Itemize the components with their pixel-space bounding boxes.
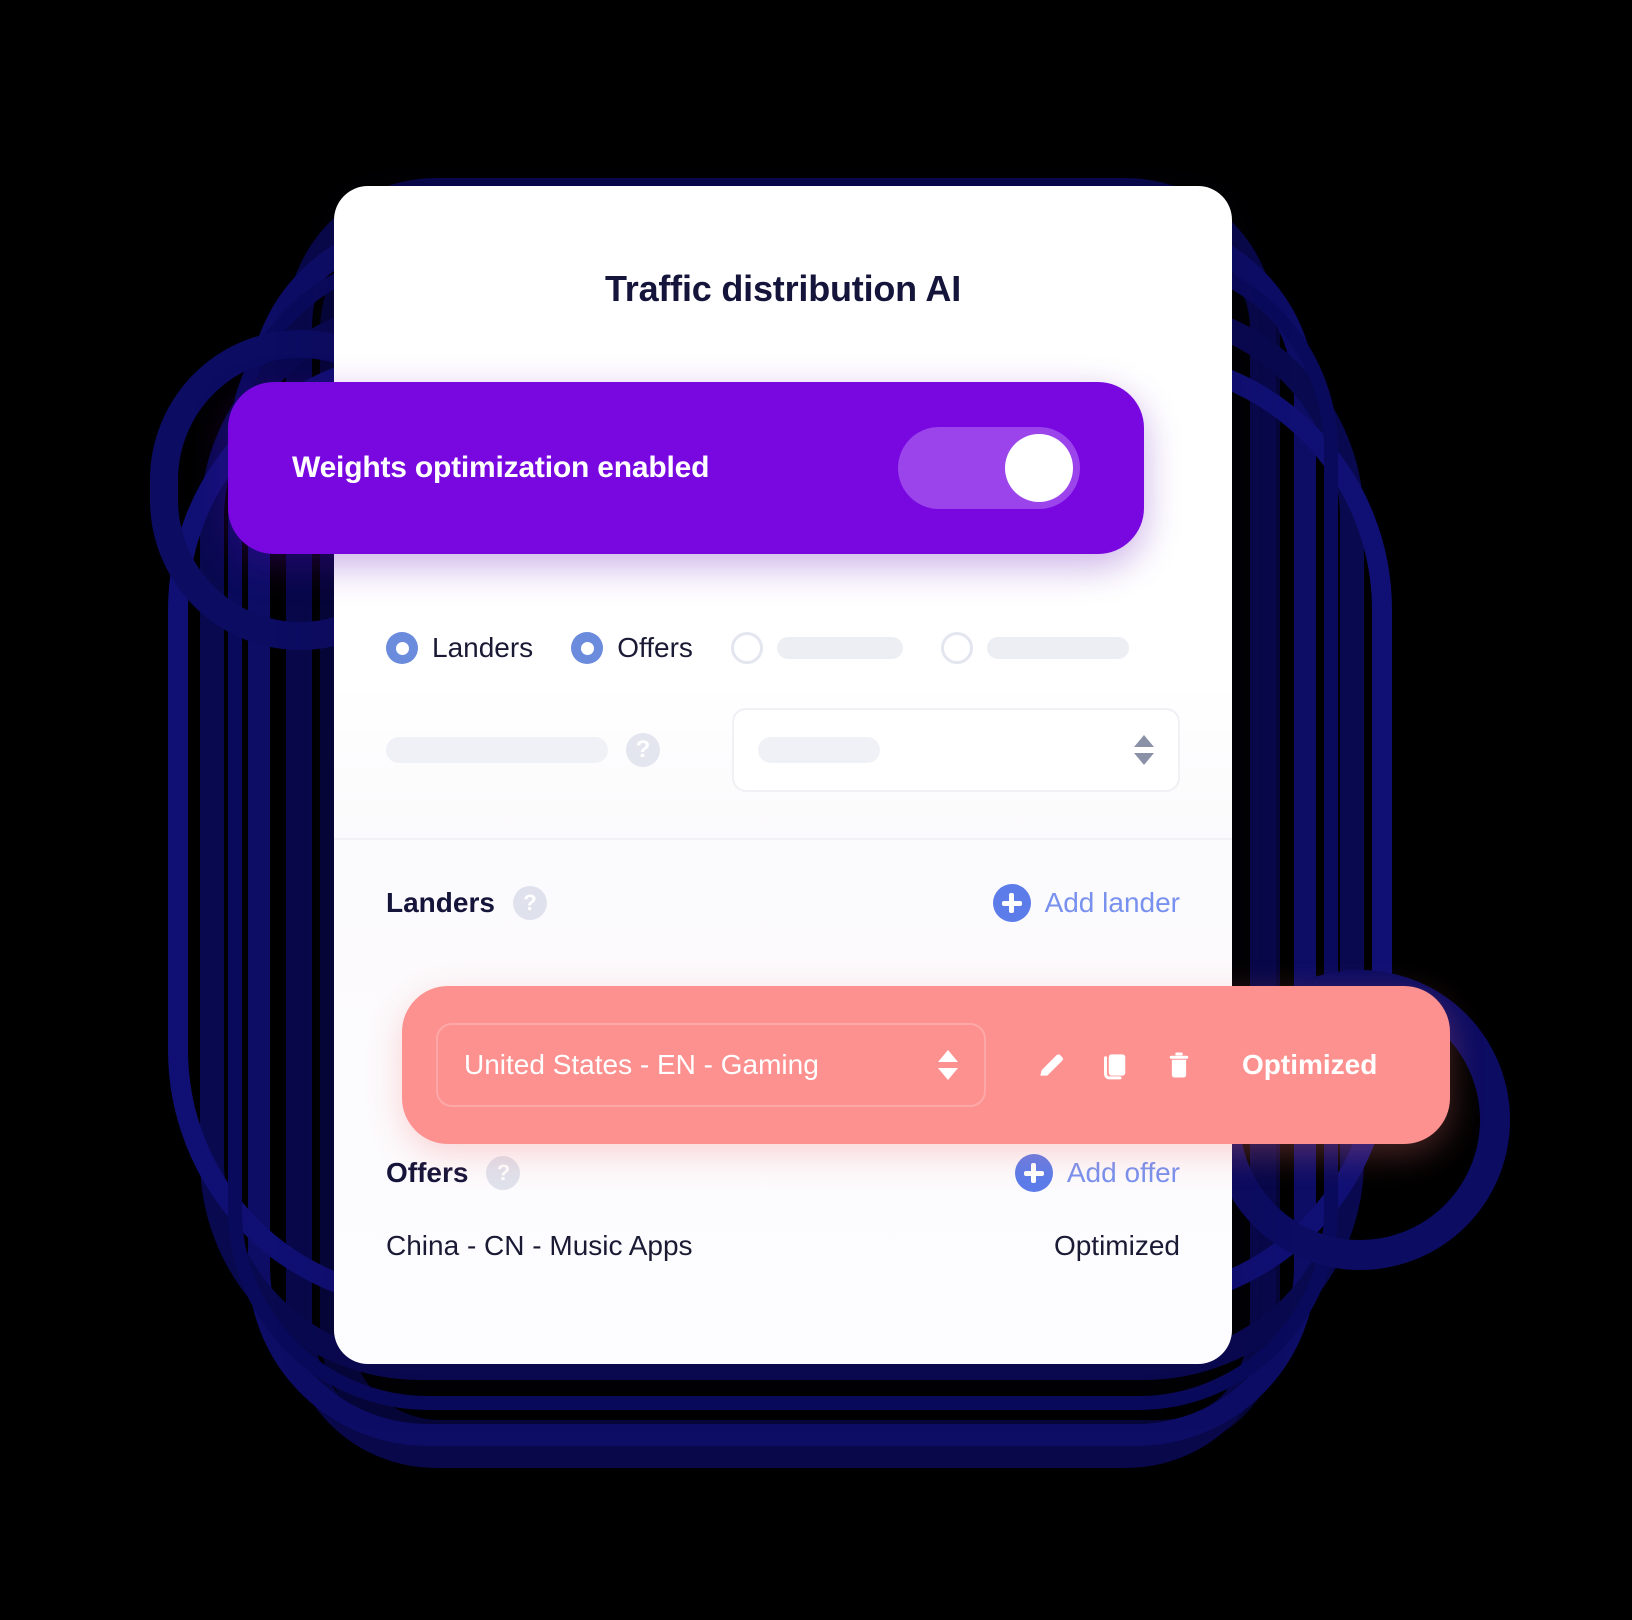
help-icon[interactable]: ? (486, 1156, 521, 1190)
offers-title: Offers (386, 1157, 469, 1188)
radio-selected-icon (386, 632, 418, 664)
radio-label-skeleton (776, 637, 903, 659)
radio-label-offers: Offers (617, 632, 693, 663)
add-lander-button[interactable]: Add lander (992, 884, 1180, 922)
value-select[interactable] (731, 708, 1180, 792)
stepper-icon[interactable] (938, 1050, 958, 1080)
offers-title-group: Offers ? (386, 1156, 521, 1190)
select-value-skeleton (757, 737, 880, 763)
radio-label-skeleton (986, 637, 1129, 659)
plus-icon (1014, 1154, 1053, 1192)
lander-status: Optimized (1242, 1049, 1378, 1080)
radio-label-landers: Landers (432, 632, 534, 663)
stepper-up-icon[interactable] (938, 1050, 958, 1062)
lander-select[interactable]: United States - EN - Gaming (436, 1023, 986, 1107)
radio-unselected-icon (940, 632, 973, 664)
lander-select-value: United States - EN - Gaming (464, 1049, 819, 1080)
add-offer-label: Add offer (1066, 1157, 1180, 1188)
duplicate-copy-icon[interactable] (1098, 1048, 1132, 1082)
radio-option-offers[interactable]: Offers (571, 632, 693, 664)
weights-optimization-toggle[interactable] (898, 427, 1080, 509)
stepper-icon[interactable] (1134, 735, 1154, 765)
add-offer-button[interactable]: Add offer (1014, 1154, 1180, 1192)
field-label-skeleton (386, 737, 608, 763)
add-lander-label: Add lander (1044, 887, 1180, 918)
radio-option-landers[interactable]: Landers (386, 632, 533, 664)
radio-unselected-icon (730, 632, 763, 664)
stepper-down-icon[interactable] (938, 1068, 958, 1080)
page-title: Traffic distribution AI (604, 268, 962, 309)
help-icon[interactable]: ? (625, 733, 660, 767)
mode-radio-group: Landers Offers (334, 590, 1232, 664)
plus-icon (992, 884, 1031, 922)
landers-title: Landers (386, 887, 495, 918)
offers-section-header: Offers ? Add offer (334, 1154, 1232, 1192)
offer-status: Optimized (1053, 1230, 1180, 1261)
delete-trash-icon[interactable] (1162, 1048, 1196, 1082)
landers-section-header: Landers ? Add lander (334, 884, 1232, 922)
lander-list-item[interactable]: United States - EN - Gaming Optimized (402, 986, 1450, 1144)
edit-pencil-icon[interactable] (1034, 1048, 1068, 1082)
landers-title-group: Landers ? (386, 886, 547, 920)
radio-option-placeholder-1[interactable] (730, 632, 903, 664)
stepper-down-icon[interactable] (1134, 753, 1154, 765)
radio-selected-icon (571, 632, 604, 664)
fields-row: ? (334, 664, 1232, 792)
traffic-distribution-card: Traffic distribution AI Landers Offers ?… (228, 186, 1450, 1364)
section-divider (334, 838, 1232, 840)
weights-optimization-label: Weights optimization enabled (292, 451, 710, 484)
lander-row-actions: Optimized (1034, 1048, 1377, 1082)
form-body: Landers Offers ? Landers ? Add lander Of… (334, 590, 1232, 1262)
weights-optimization-banner[interactable]: Weights optimization enabled (228, 382, 1144, 554)
toggle-knob (1005, 434, 1073, 502)
screenshot-stage: Traffic distribution AI Landers Offers ?… (0, 0, 1632, 1620)
offer-name: China - CN - Music Apps (386, 1230, 693, 1261)
radio-option-placeholder-2[interactable] (940, 632, 1129, 664)
stepper-up-icon[interactable] (1134, 735, 1154, 747)
help-icon[interactable]: ? (512, 886, 547, 920)
offer-list-item[interactable]: China - CN - Music Apps Optimized (334, 1230, 1232, 1262)
